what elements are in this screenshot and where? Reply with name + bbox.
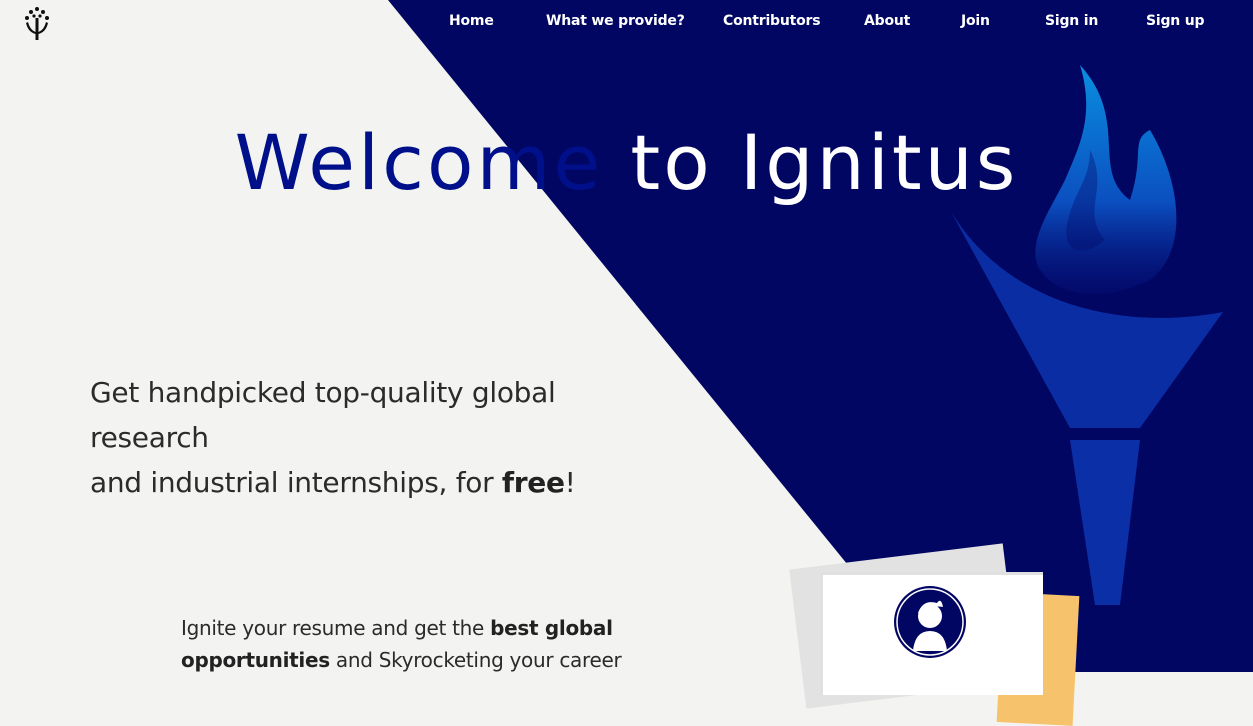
tagline-line2: research [90, 421, 209, 454]
tagline-line3-suffix: ! [564, 466, 576, 499]
hero-title-dark-part: Welcome [234, 118, 631, 207]
hero-title: Welcome to Ignitus [0, 118, 1253, 208]
nav-what-we-provide-link[interactable]: What we provide? [546, 13, 685, 29]
nav-sign-up-link[interactable]: Sign up [1146, 13, 1205, 29]
sub-tagline: Ignite your resume and get the best glob… [181, 612, 651, 676]
nav-sign-in-link[interactable]: Sign in [1045, 13, 1098, 29]
subtag-part1: Ignite your resume and get the [181, 616, 491, 640]
hero-title-light-part: to Ignitus [630, 118, 1019, 207]
user-avatar-icon [894, 586, 966, 658]
tagline-line3-prefix: and industrial internships, for [90, 466, 502, 499]
nav-join-link[interactable]: Join [961, 13, 990, 29]
subtag-bold2: opportunities [181, 648, 330, 672]
subtag-part2: and Skyrocketing your career [329, 648, 622, 672]
tagline-line1: Get handpicked top-quality global [90, 376, 556, 409]
nav-contributors-link[interactable]: Contributors [723, 13, 821, 29]
subtag-bold1: best global [490, 616, 613, 640]
tagline-free-emphasis: free [501, 466, 565, 499]
nav-about-link[interactable]: About [864, 13, 910, 29]
top-navigation: Home What we provide? Contributors About… [0, 13, 1253, 33]
nav-home-link[interactable]: Home [449, 13, 494, 29]
hero-tagline: Get handpicked top-quality global resear… [90, 370, 610, 505]
